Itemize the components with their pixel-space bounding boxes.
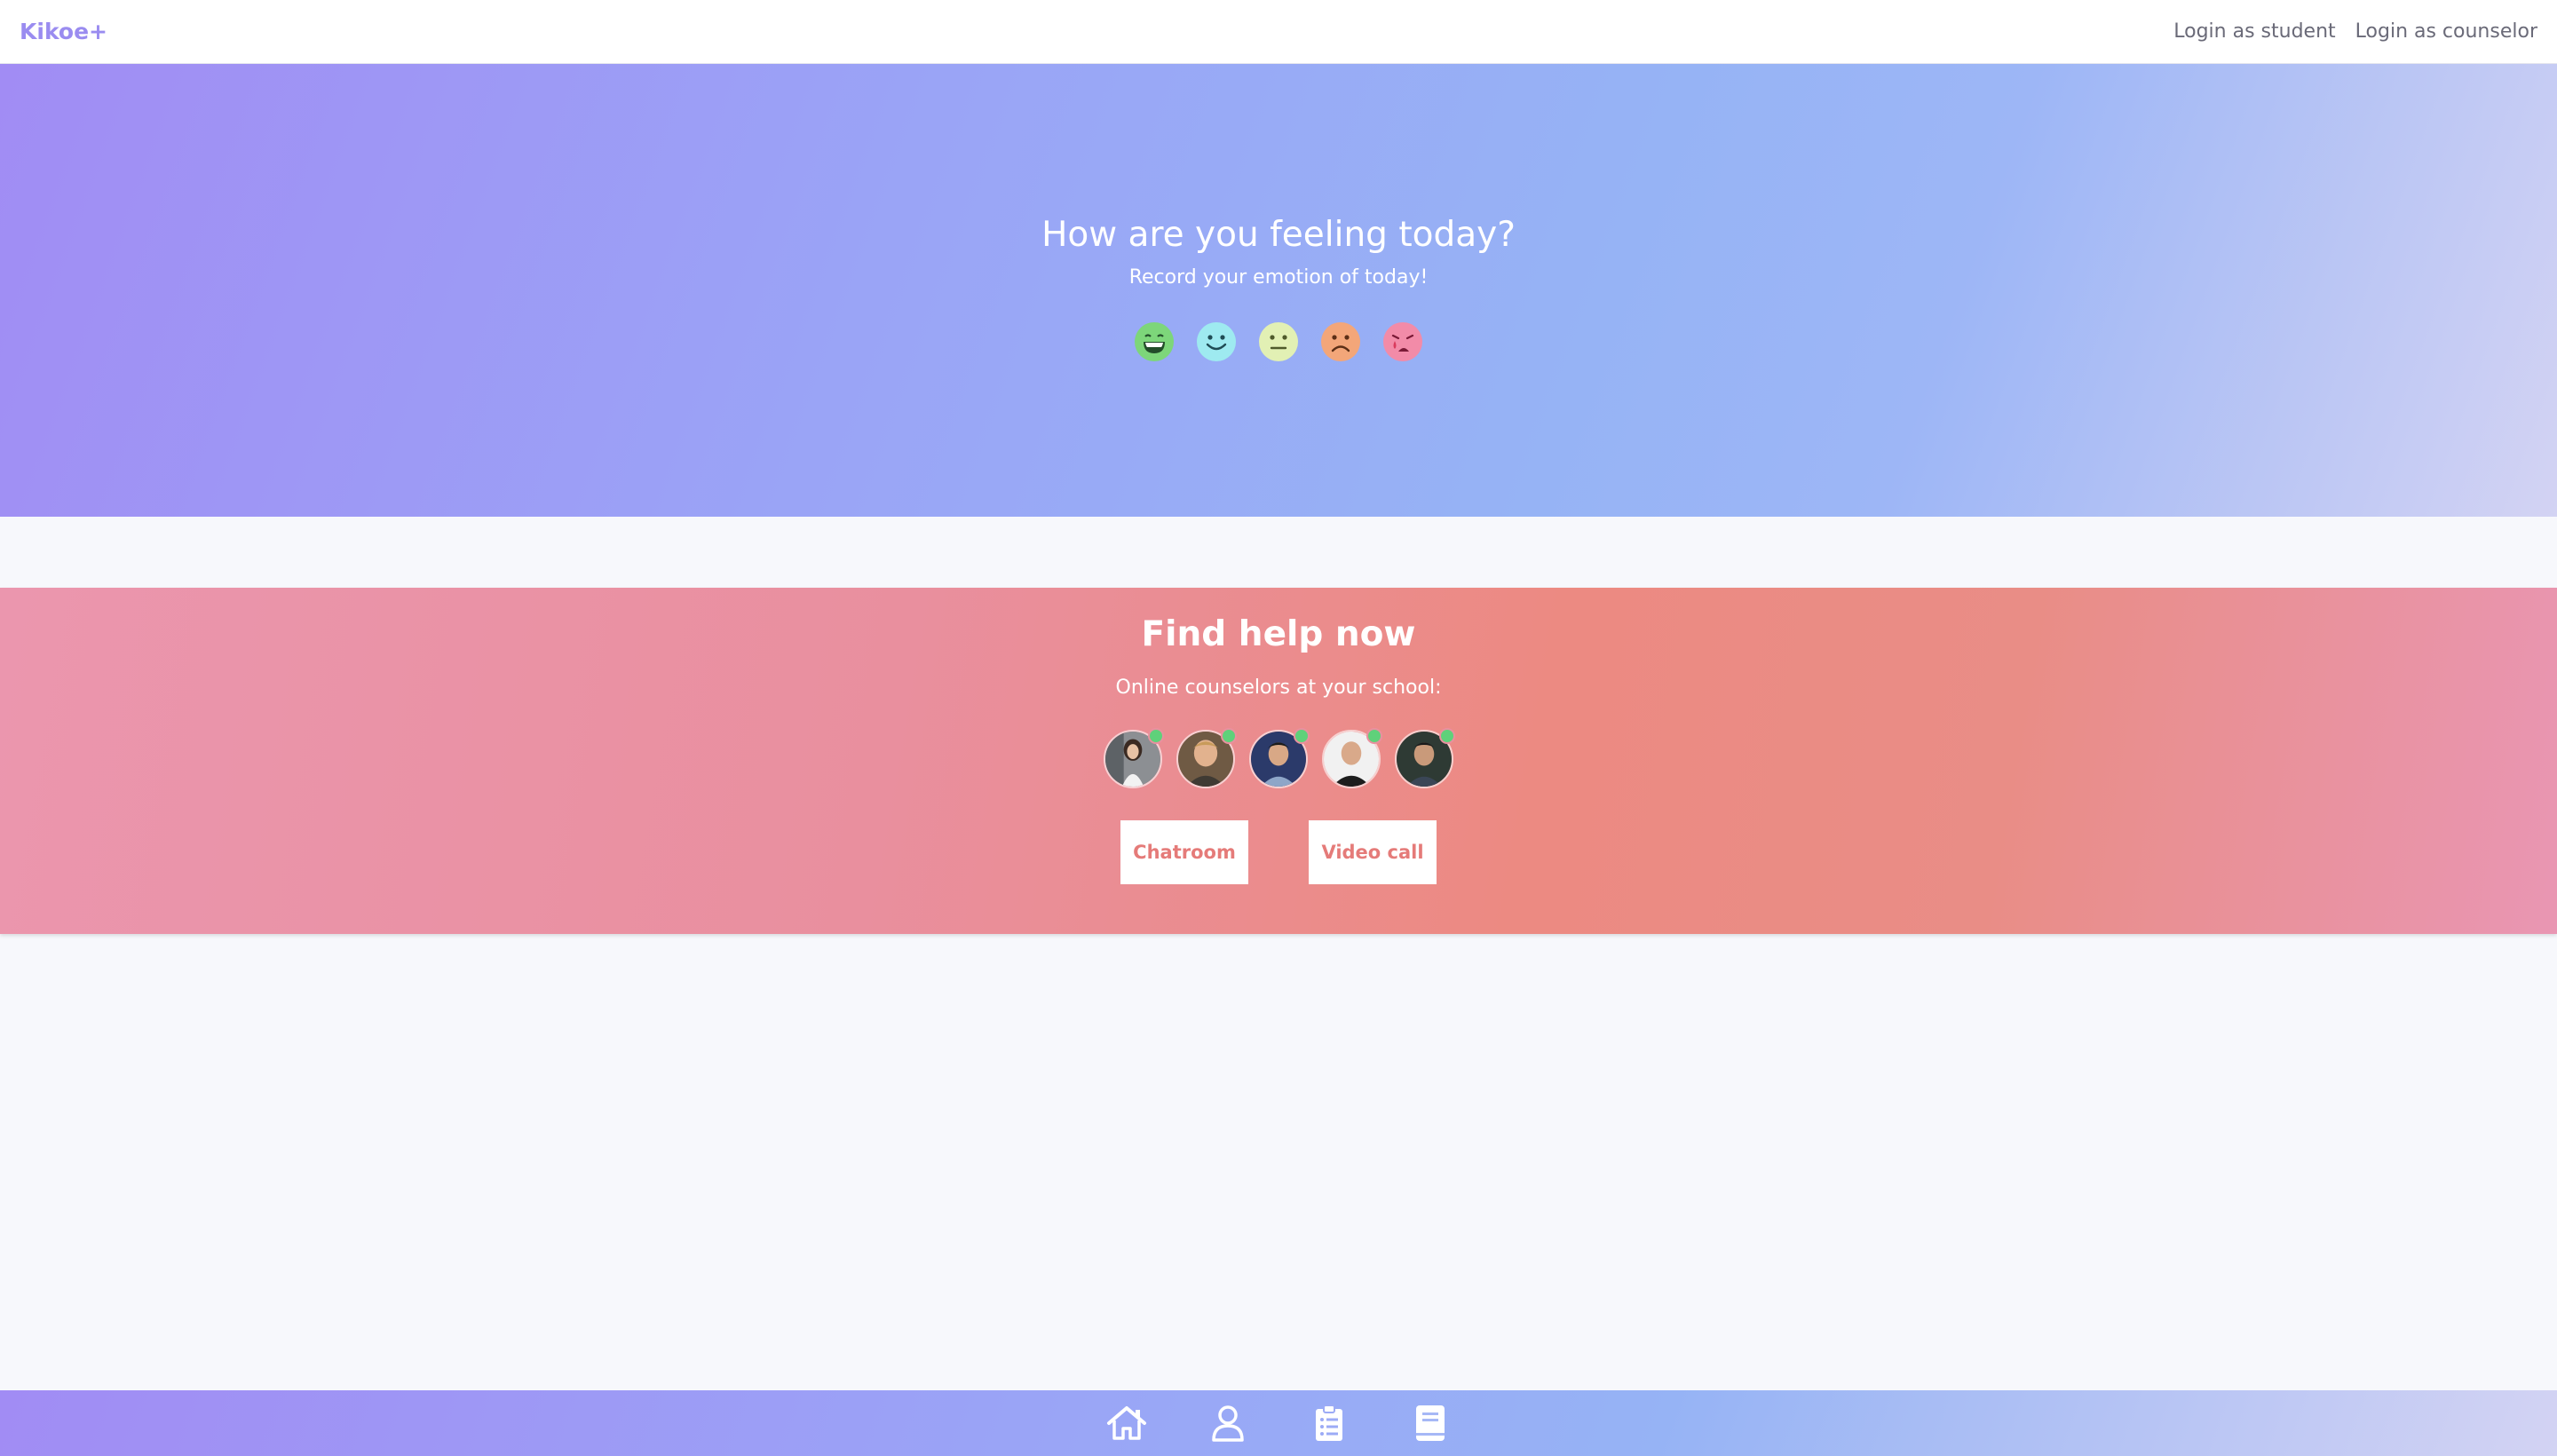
help-actions: Chatroom Video call (0, 820, 2557, 884)
home-icon[interactable] (1106, 1403, 1147, 1444)
find-help-subtitle: Online counselors at your school: (1115, 677, 1442, 699)
online-indicator (1221, 728, 1237, 744)
counselor-avatar-3[interactable] (1249, 728, 1310, 788)
mood-hero: How are you feeling today? Record your e… (0, 64, 2557, 517)
login-as-counselor-link[interactable]: Login as counselor (2355, 20, 2537, 43)
counselor-avatar-2[interactable] (1176, 728, 1237, 788)
online-indicator (1148, 728, 1164, 744)
counselor-avatar-5[interactable] (1395, 728, 1455, 788)
neutral-face-icon[interactable] (1258, 321, 1299, 362)
video-call-button[interactable]: Video call (1309, 820, 1437, 884)
login-as-student-link[interactable]: Login as student (2173, 20, 2335, 43)
counselor-avatar-4[interactable] (1322, 728, 1382, 788)
frown-icon[interactable] (1320, 321, 1361, 362)
emotion-picker (0, 321, 2557, 362)
book-icon[interactable] (1410, 1403, 1451, 1444)
smile-icon[interactable] (1196, 321, 1237, 362)
crying-face-icon[interactable] (1382, 321, 1423, 362)
counselor-avatar-list (0, 728, 2557, 788)
chatroom-button[interactable]: Chatroom (1120, 820, 1248, 884)
hero-title: How are you feeling today? (1041, 215, 1516, 255)
online-indicator (1294, 728, 1310, 744)
bottom-nav (0, 1390, 2557, 1456)
user-icon[interactable] (1207, 1403, 1248, 1444)
counselor-avatar-1[interactable] (1104, 728, 1164, 788)
nav-links: Login as student Login as counselor (2173, 20, 2537, 43)
find-help-section: Find help now Online counselors at your … (0, 588, 2557, 934)
clipboard-list-icon[interactable] (1309, 1403, 1350, 1444)
online-indicator (1366, 728, 1382, 744)
find-help-title: Find help now (1141, 614, 1416, 654)
top-nav: Kikoe+ Login as student Login as counsel… (0, 0, 2557, 64)
brand-logo[interactable]: Kikoe+ (20, 19, 107, 44)
hero-subtitle: Record your emotion of today! (1128, 266, 1429, 289)
grin-icon[interactable] (1134, 321, 1175, 362)
online-indicator (1439, 728, 1455, 744)
